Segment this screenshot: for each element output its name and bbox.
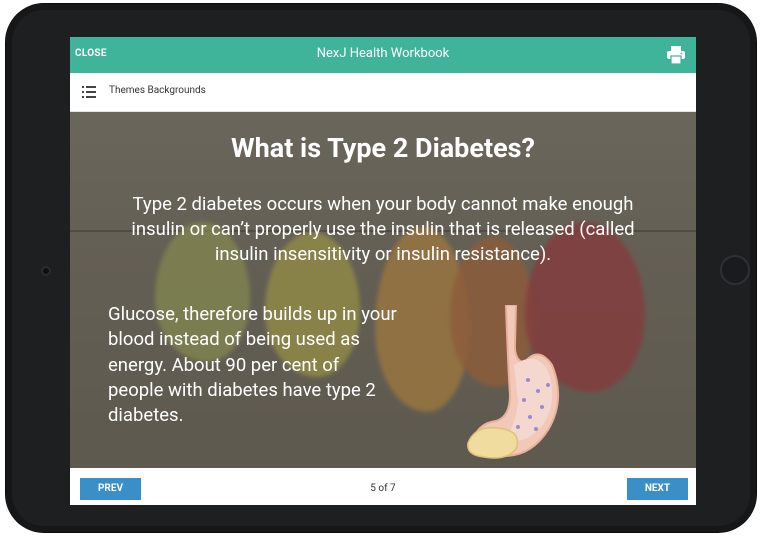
- themes-backgrounds-link[interactable]: Themes Backgrounds: [109, 85, 206, 96]
- home-button: [720, 255, 750, 285]
- page-indicator: 5 of 7: [370, 483, 396, 494]
- footer-bar: PREV 5 of 7 NEXT: [70, 468, 696, 505]
- camera-icon: [41, 266, 51, 276]
- body-paragraph: Glucose, therefore builds up in your blo…: [108, 303, 397, 427]
- toolbar: Themes Backgrounds: [70, 73, 696, 112]
- intro-paragraph: Type 2 diabetes occurs when your body ca…: [131, 193, 635, 265]
- slide-heading: What is Type 2 Diabetes?: [231, 132, 535, 164]
- stomach-icon: [467, 305, 560, 459]
- next-button[interactable]: NEXT: [627, 478, 688, 500]
- printer-icon[interactable]: [666, 46, 686, 64]
- app-title: NexJ Health Workbook: [316, 46, 450, 61]
- list-icon[interactable]: [82, 86, 96, 98]
- header-bar: CLOSE NexJ Health Workbook: [70, 37, 696, 73]
- slide-content: What is Type 2 Diabetes? Type 2 diabetes…: [70, 112, 696, 468]
- app-screen: CLOSE NexJ Health Workbook Themes Backgr…: [70, 37, 696, 505]
